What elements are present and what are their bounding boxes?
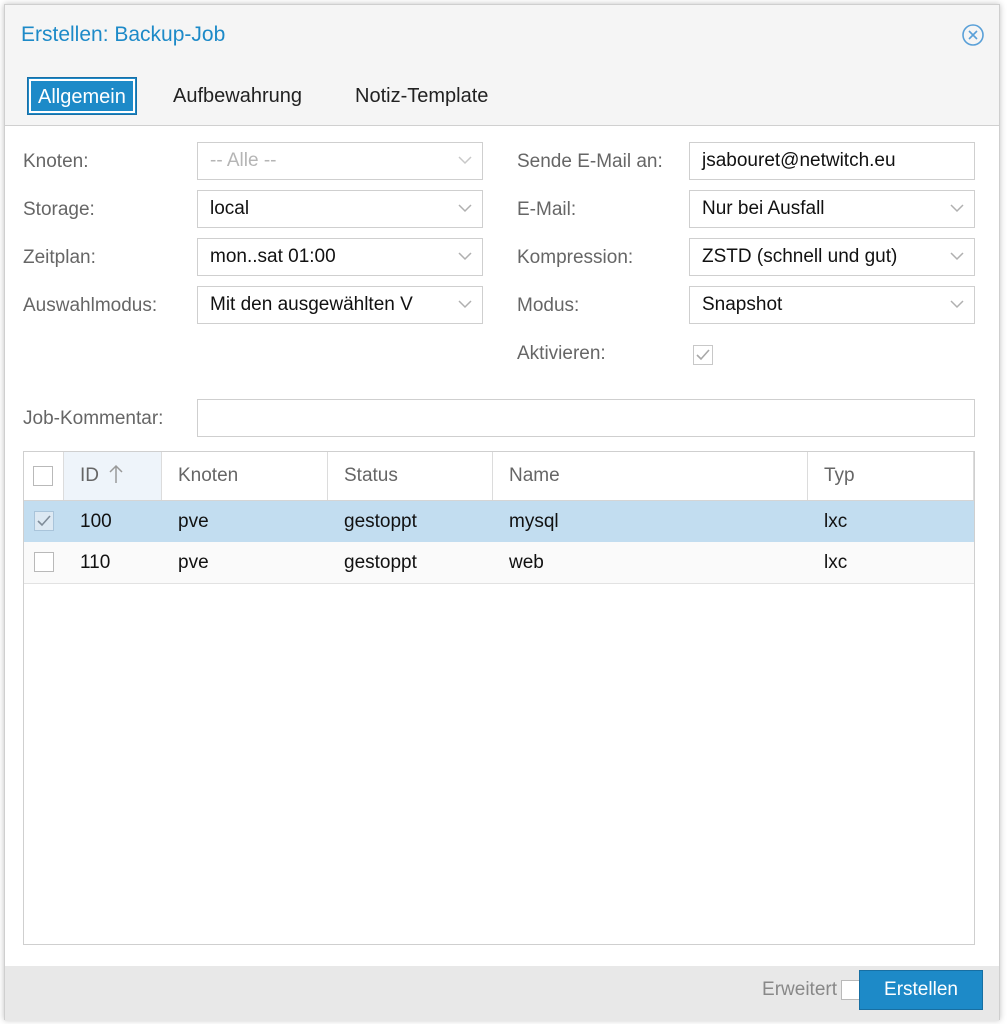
aktivieren-label: Aktivieren: xyxy=(517,343,606,364)
sort-arrow-up-icon xyxy=(109,464,123,483)
column-header-status[interactable]: Status xyxy=(328,452,493,500)
aktivieren-checkbox[interactable] xyxy=(693,345,713,365)
modus-value: Snapshot xyxy=(702,294,783,315)
dialog-title: Erstellen: Backup-Job xyxy=(21,23,226,46)
storage-select[interactable]: local xyxy=(197,190,483,228)
table-row[interactable]: 100 pve gestoppt mysql lxc xyxy=(24,501,974,542)
job-kommentar-label: Job-Kommentar: xyxy=(23,408,164,429)
cell-typ: lxc xyxy=(824,552,848,573)
row-checkbox[interactable] xyxy=(34,511,54,531)
check-icon xyxy=(696,349,710,361)
select-all-cell xyxy=(24,452,64,500)
zeitplan-label: Zeitplan: xyxy=(23,247,96,268)
modus-label: Modus: xyxy=(517,295,580,316)
auswahlmodus-value: Mit den ausgewählten V xyxy=(210,294,413,315)
tab-bar: Allgemein Aufbewahrung Notiz-Template xyxy=(5,71,999,126)
kompression-value: ZSTD (schnell und gut) xyxy=(702,246,898,267)
dialog-footer: Erweitert Erstellen xyxy=(5,966,999,1021)
cell-name: web xyxy=(509,552,544,573)
knoten-value: -- Alle -- xyxy=(210,150,277,171)
column-header-id[interactable]: ID xyxy=(64,452,162,500)
cell-id: 110 xyxy=(80,552,111,573)
erweitert-checkbox[interactable] xyxy=(841,980,861,1000)
column-header-name[interactable]: Name xyxy=(493,452,808,500)
job-kommentar-input[interactable] xyxy=(197,399,975,437)
email-select[interactable]: Nur bei Ausfall xyxy=(689,190,975,228)
dialog-titlebar: Erstellen: Backup-Job xyxy=(5,5,999,65)
column-header-id-label: ID xyxy=(80,465,99,486)
tab-aufbewahrung[interactable]: Aufbewahrung xyxy=(163,77,312,115)
check-icon xyxy=(37,515,51,527)
chevron-down-icon xyxy=(950,252,964,261)
cell-knoten: pve xyxy=(178,511,209,532)
close-icon[interactable] xyxy=(961,23,985,47)
auswahlmodus-select[interactable]: Mit den ausgewählten V xyxy=(197,286,483,324)
chevron-down-icon xyxy=(458,156,472,165)
chevron-down-icon xyxy=(458,204,472,213)
table-row[interactable]: 110 pve gestoppt web lxc xyxy=(24,542,974,584)
row-checkbox[interactable] xyxy=(34,552,54,572)
email-label: E-Mail: xyxy=(517,199,577,220)
auswahlmodus-label: Auswahlmodus: xyxy=(23,295,158,316)
chevron-down-icon xyxy=(458,252,472,261)
cell-typ: lxc xyxy=(824,511,848,532)
knoten-label: Knoten: xyxy=(23,151,89,172)
zeitplan-value: mon..sat 01:00 xyxy=(210,246,336,267)
chevron-down-icon xyxy=(950,300,964,309)
email-value: Nur bei Ausfall xyxy=(702,198,825,219)
kompression-label: Kompression: xyxy=(517,247,634,268)
sende-email-label: Sende E-Mail an: xyxy=(517,151,663,172)
select-all-checkbox[interactable] xyxy=(33,466,53,486)
kompression-select[interactable]: ZSTD (schnell und gut) xyxy=(689,238,975,276)
cell-status: gestoppt xyxy=(344,552,417,573)
tab-allgemein[interactable]: Allgemein xyxy=(27,77,137,115)
zeitplan-select[interactable]: mon..sat 01:00 xyxy=(197,238,483,276)
sende-email-input[interactable]: jsabouret@netwitch.eu xyxy=(689,142,975,180)
grid-header: ID Knoten Status Name Typ xyxy=(24,452,974,501)
cell-name: mysql xyxy=(509,511,559,532)
form-body: Knoten: -- Alle -- Storage: local Zeitpl… xyxy=(5,126,999,966)
storage-label: Storage: xyxy=(23,199,95,220)
backup-job-dialog: Erstellen: Backup-Job Allgemein Aufbewah… xyxy=(4,4,1000,1021)
erweitert-label: Erweitert xyxy=(762,979,837,1000)
cell-knoten: pve xyxy=(178,552,209,573)
cell-status: gestoppt xyxy=(344,511,417,532)
storage-value: local xyxy=(210,198,250,219)
chevron-down-icon xyxy=(458,300,472,309)
knoten-select[interactable]: -- Alle -- xyxy=(197,142,483,180)
erstellen-button[interactable]: Erstellen xyxy=(859,970,983,1010)
chevron-down-icon xyxy=(950,204,964,213)
column-header-typ[interactable]: Typ xyxy=(808,452,974,500)
modus-select[interactable]: Snapshot xyxy=(689,286,975,324)
guest-grid: ID Knoten Status Name Typ 100 pve gestop… xyxy=(23,451,975,945)
column-header-knoten[interactable]: Knoten xyxy=(162,452,328,500)
tab-notiz-template[interactable]: Notiz-Template xyxy=(345,77,498,115)
cell-id: 100 xyxy=(80,511,112,532)
